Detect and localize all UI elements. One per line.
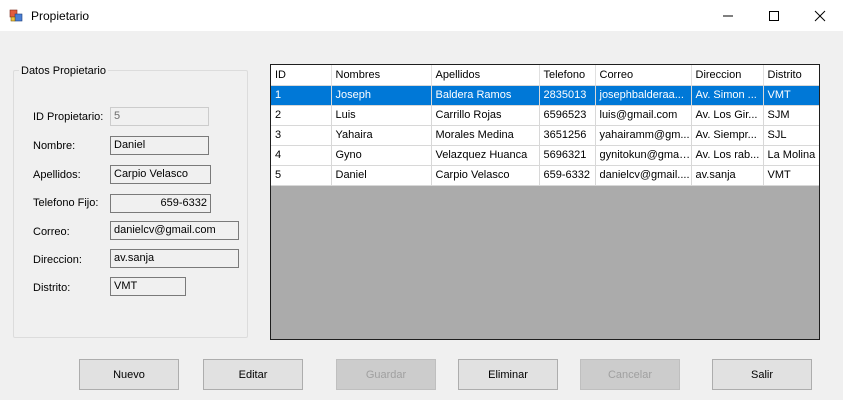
salir-button[interactable]: Salir — [712, 359, 812, 390]
cell-distrito[interactable]: SJL — [763, 125, 819, 146]
cell-telefono[interactable]: 2835013 — [539, 85, 596, 106]
table-row[interactable]: 4 Gyno Velazquez Huanca 5696321 gynitoku… — [271, 145, 819, 166]
cell-apellidos[interactable]: Velazquez Huanca — [431, 145, 540, 166]
cell-nombres[interactable]: Yahaira — [331, 125, 432, 146]
table-row[interactable]: 2 Luis Carrillo Rojas 6596523 luis@gmail… — [271, 105, 819, 126]
distrito-field[interactable]: VMT — [110, 277, 186, 296]
title-bar: Propietario — [0, 0, 843, 31]
cell-apellidos[interactable]: Carrillo Rojas — [431, 105, 540, 126]
eliminar-button[interactable]: Eliminar — [458, 359, 558, 390]
direccion-field[interactable]: av.sanja — [110, 249, 239, 268]
cell-direccion[interactable]: Av. Siempr... — [691, 125, 764, 146]
cell-correo[interactable]: danielcv@gmail.... — [595, 165, 692, 186]
cell-direccion[interactable]: Av. Simon ... — [691, 85, 764, 106]
correo-field[interactable]: danielcv@gmail.com — [110, 221, 239, 240]
cell-telefono[interactable]: 6596523 — [539, 105, 596, 126]
label-telefono-fijo: Telefono Fijo: — [33, 197, 99, 209]
label-distrito: Distrito: — [33, 282, 71, 294]
column-header-id[interactable]: ID — [271, 65, 332, 86]
cell-telefono[interactable]: 5696321 — [539, 145, 596, 166]
cell-apellidos[interactable]: Baldera Ramos — [431, 85, 540, 106]
table-row[interactable]: 5 Daniel Carpio Velasco 659-6332 danielc… — [271, 165, 819, 186]
cell-telefono[interactable]: 3651256 — [539, 125, 596, 146]
cell-id[interactable]: 3 — [271, 125, 332, 146]
label-direccion: Direccion: — [33, 254, 82, 266]
cell-direccion[interactable]: Av. Los Gir... — [691, 105, 764, 126]
cell-nombres[interactable]: Daniel — [331, 165, 432, 186]
cell-correo[interactable]: luis@gmail.com — [595, 105, 692, 126]
column-header-telefono[interactable]: Telefono — [539, 65, 596, 86]
cell-nombres[interactable]: Gyno — [331, 145, 432, 166]
cell-id[interactable]: 2 — [271, 105, 332, 126]
cell-distrito[interactable]: VMT — [763, 85, 819, 106]
close-icon — [814, 10, 826, 21]
column-header-nombres[interactable]: Nombres — [331, 65, 432, 86]
nuevo-button[interactable]: Nuevo — [79, 359, 179, 390]
window-title: Propietario — [31, 9, 90, 23]
id-propietario-field: 5 — [110, 107, 209, 126]
cell-direccion[interactable]: av.sanja — [691, 165, 764, 186]
table-row[interactable]: 1 Joseph Baldera Ramos 2835013 josephbal… — [271, 85, 819, 106]
cell-nombres[interactable]: Joseph — [331, 85, 432, 106]
guardar-button[interactable]: Guardar — [336, 359, 436, 390]
cell-distrito[interactable]: SJM — [763, 105, 819, 126]
minimize-icon — [723, 15, 733, 16]
label-nombre: Nombre: — [33, 140, 76, 152]
cell-apellidos[interactable]: Carpio Velasco — [431, 165, 540, 186]
column-header-apellidos[interactable]: Apellidos — [431, 65, 540, 86]
cell-correo[interactable]: yahairamm@gm... — [595, 125, 692, 146]
telefono-fijo-field[interactable]: 659-6332 — [110, 194, 211, 213]
cell-nombres[interactable]: Luis — [331, 105, 432, 126]
table-header-row: ID Nombres Apellidos Telefono Correo Dir… — [271, 65, 819, 86]
cell-apellidos[interactable]: Morales Medina — [431, 125, 540, 146]
column-header-correo[interactable]: Correo — [595, 65, 692, 86]
editar-button[interactable]: Editar — [203, 359, 303, 390]
cell-id[interactable]: 1 — [271, 85, 332, 106]
nombre-field[interactable]: Daniel — [110, 136, 209, 155]
column-header-direccion[interactable]: Direccion — [691, 65, 764, 86]
maximize-icon — [769, 10, 779, 21]
label-apellidos: Apellidos: — [33, 169, 81, 181]
column-header-distrito[interactable]: Distrito — [763, 65, 819, 86]
label-id-propietario: ID Propietario: — [33, 111, 104, 123]
cell-telefono[interactable]: 659-6332 — [539, 165, 596, 186]
propietarios-datagrid[interactable]: ID Nombres Apellidos Telefono Correo Dir… — [270, 64, 820, 340]
cell-distrito[interactable]: La Molina — [763, 145, 819, 166]
minimize-button[interactable] — [705, 0, 751, 31]
table-row[interactable]: 3 Yahaira Morales Medina 3651256 yahaira… — [271, 125, 819, 146]
cell-id[interactable]: 4 — [271, 145, 332, 166]
app-icon — [9, 9, 23, 23]
cell-distrito[interactable]: VMT — [763, 165, 819, 186]
apellidos-field[interactable]: Carpio Velasco — [110, 165, 211, 184]
cell-id[interactable]: 5 — [271, 165, 332, 186]
label-correo: Correo: — [33, 226, 70, 238]
cell-direccion[interactable]: Av. Los rab... — [691, 145, 764, 166]
maximize-button[interactable] — [751, 0, 797, 31]
cancelar-button[interactable]: Cancelar — [580, 359, 680, 390]
close-button[interactable] — [797, 0, 843, 31]
cell-correo[interactable]: gynitokun@gmai... — [595, 145, 692, 166]
cell-correo[interactable]: josephbalderaa... — [595, 85, 692, 106]
propietarios-table: ID Nombres Apellidos Telefono Correo Dir… — [271, 65, 819, 186]
groupbox-title: Datos Propietario — [19, 65, 108, 77]
